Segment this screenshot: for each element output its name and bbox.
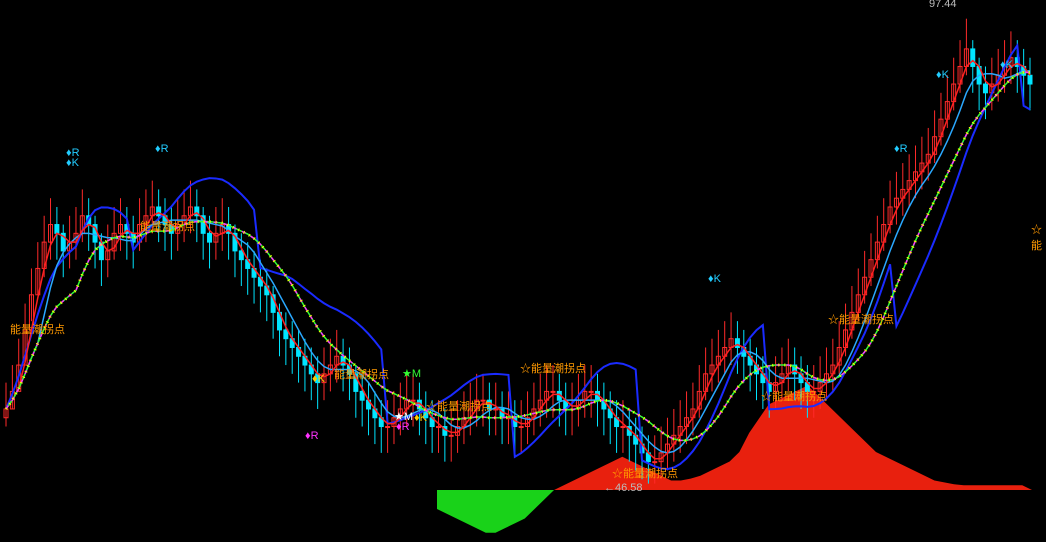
energy-label-2: 能量潮拐点 <box>140 221 195 233</box>
signal-r-2: ♦R <box>155 143 169 155</box>
candle-body <box>970 48 976 67</box>
candle-body <box>359 390 365 401</box>
candle-body <box>982 83 988 94</box>
candle-body <box>283 329 289 340</box>
price-high-label: 97.44 <box>929 0 957 10</box>
energy-label-6: ☆能量潮拐点 <box>612 468 678 480</box>
candle-body <box>156 206 162 217</box>
signal-r-4: ♦R <box>396 421 410 433</box>
candle-body <box>448 434 454 437</box>
green-ma-line <box>5 71 1030 442</box>
signal-k-2: ♦K <box>312 373 325 385</box>
oscillator-positive-area <box>437 385 1032 490</box>
candle-body <box>588 390 594 393</box>
energy-label-3: 能量潮拐点 <box>334 369 389 381</box>
signal-r-5: ♦R <box>894 143 908 155</box>
candle-body <box>550 390 556 393</box>
magenta-ma-line <box>5 71 1030 442</box>
energy-label-5: ☆能量潮拐点 <box>520 363 586 375</box>
price-low-label: ←46.58 <box>604 482 643 494</box>
signal-m-1: ★M <box>402 368 422 380</box>
energy-label-1: 能量潮拐点 <box>10 324 65 336</box>
energy-label-8: ☆能量潮拐点 <box>828 314 894 326</box>
yellow-dot-line <box>4 70 1030 442</box>
candle-body <box>493 408 499 411</box>
candle-body <box>385 426 391 429</box>
candle-body <box>518 426 524 429</box>
candle-body <box>54 224 60 234</box>
energy-label-7: ☆能量潮拐点 <box>761 391 827 403</box>
signal-k-6: ♦K <box>1000 59 1013 71</box>
signal-k-4: ♦K <box>708 273 721 285</box>
oscillator-negative-area <box>437 490 1032 533</box>
candle-body <box>207 232 213 243</box>
chart-canvas: 97.44 ←46.58 能量潮拐点 能量潮拐点 能量潮拐点 ☆能量潮拐点 ☆能… <box>0 0 1046 542</box>
energy-label-4: ☆能量潮拐点 <box>426 401 492 413</box>
signal-k-5: ♦K <box>936 69 949 81</box>
candle-body <box>620 426 626 429</box>
energy-label-9: ☆能 <box>1031 224 1042 252</box>
signal-r-3: ♦R <box>305 430 319 442</box>
candle-body <box>410 399 416 402</box>
band-line <box>5 42 1031 471</box>
signal-k-3: ♦K <box>414 412 427 424</box>
candle-body <box>652 461 658 464</box>
signal-k-1: ♦K <box>66 157 79 169</box>
candle-body <box>238 250 244 261</box>
candle-body <box>1027 74 1033 85</box>
candle-body <box>435 426 441 429</box>
candlestick-chart <box>3 18 1033 533</box>
candle-body <box>734 338 740 348</box>
